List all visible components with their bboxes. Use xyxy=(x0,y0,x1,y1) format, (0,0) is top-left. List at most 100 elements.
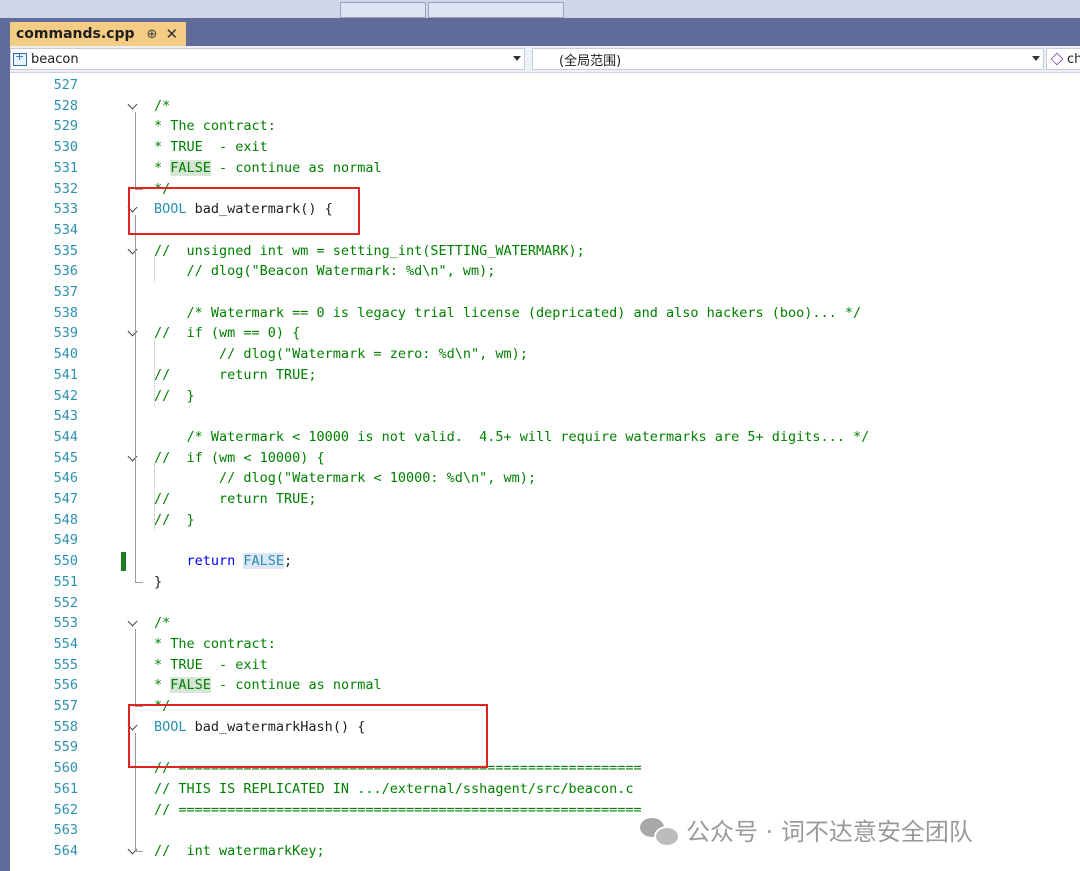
code-line[interactable]: 561 // THIS IS REPLICATED IN .../external… xyxy=(10,779,1080,800)
line-number: 531 xyxy=(53,159,78,176)
watermark-text: 公众号 · 词不达意安全团队 xyxy=(686,818,973,846)
code-line[interactable]: 540 // dlog("Watermark = zero: %d\n", wm… xyxy=(10,344,1080,365)
project-dropdown[interactable]: beacon xyxy=(10,48,525,70)
code-line[interactable]: 546 // dlog("Watermark < 10000: %d\n", w… xyxy=(10,468,1080,489)
line-number: 533 xyxy=(53,201,78,218)
project-dropdown-value: beacon xyxy=(31,51,79,67)
line-number: 544 xyxy=(53,428,78,445)
code-token: /* Watermark == 0 is legacy trial licens… xyxy=(154,304,862,321)
line-number: 555 xyxy=(53,656,78,673)
code-line[interactable]: 551} xyxy=(10,572,1080,593)
code-line[interactable]: 555 * TRUE - exit xyxy=(10,655,1080,676)
member-dropdown[interactable]: che xyxy=(1046,48,1080,70)
code-token: // return TRUE; xyxy=(154,491,317,507)
code-line[interactable]: 550 return FALSE; xyxy=(10,551,1080,572)
fold-chevron-icon[interactable] xyxy=(127,99,138,110)
outline-guide xyxy=(135,629,136,706)
code-line[interactable]: 554 * The contract: xyxy=(10,634,1080,655)
code-line[interactable]: 528 /* xyxy=(10,96,1080,117)
code-token: /* xyxy=(154,615,171,632)
code-token: * TRUE - exit xyxy=(154,139,268,156)
line-number: 563 xyxy=(53,822,78,839)
code-token: * TRUE - exit xyxy=(154,656,268,673)
code-editor[interactable]: 527 528 /* 529 * The contract: 530 * TRUE - ex… xyxy=(10,73,1080,871)
code-token: /* Watermark < 10000 is not valid. 4.5+ … xyxy=(154,428,870,445)
line-number: 535 xyxy=(53,242,78,259)
code-line[interactable]: 552 xyxy=(10,593,1080,614)
code-line[interactable]: 535 // unsigned int wm = setting_int(SETT… xyxy=(10,241,1080,262)
line-number: 539 xyxy=(53,325,78,342)
code-line[interactable]: 544 /* Watermark < 10000 is not valid. 4… xyxy=(10,427,1080,448)
code-text: /* Watermark == 0 is legacy trial licens… xyxy=(154,303,862,324)
code-line[interactable]: 539 // if (wm == 0) { xyxy=(10,323,1080,344)
code-line[interactable]: 548 // } xyxy=(10,510,1080,531)
code-token: - continue as normal xyxy=(210,677,382,694)
outline-guide-end xyxy=(135,850,143,852)
code-text: /* Watermark < 10000 is not valid. 4.5+ … xyxy=(154,427,870,448)
code-text: * TRUE - exit xyxy=(154,655,268,676)
document-tab-bar: commands.cpp ⊕ ✕ xyxy=(0,18,1080,46)
code-token: // THIS IS REPLICATED IN .../external/ss… xyxy=(154,780,634,797)
code-token: // int watermarkKey; xyxy=(154,842,325,859)
line-number: 529 xyxy=(53,118,78,135)
code-line[interactable]: 549 xyxy=(10,530,1080,551)
member-dropdown-value: che xyxy=(1067,51,1080,67)
code-line[interactable]: 537 xyxy=(10,282,1080,303)
line-number: 538 xyxy=(53,304,78,321)
code-token: } xyxy=(154,573,163,590)
code-token: // dlog("Watermark = zero: %d\n", wm); xyxy=(154,346,528,363)
line-number: 542 xyxy=(53,387,78,404)
window-top-strip xyxy=(0,0,1080,19)
code-line[interactable]: 545 // if (wm < 10000) { xyxy=(10,448,1080,469)
code-text: * The contract: xyxy=(154,634,276,655)
code-text: * FALSE - continue as normal xyxy=(154,158,382,179)
toolbar-field[interactable] xyxy=(428,2,564,18)
code-text: // THIS IS REPLICATED IN .../external/ss… xyxy=(154,779,634,800)
code-token: FALSE xyxy=(170,159,211,176)
code-line[interactable]: 542 // } xyxy=(10,386,1080,407)
code-line[interactable]: 536 // dlog("Beacon Watermark: %d\n", wm… xyxy=(10,261,1080,282)
change-marker xyxy=(121,552,126,571)
line-number: 557 xyxy=(53,698,78,714)
code-token: // } xyxy=(154,511,195,528)
indent-guide xyxy=(154,463,155,531)
fold-chevron-icon[interactable] xyxy=(127,616,138,627)
wechat-icon xyxy=(640,816,680,847)
code-token: * The contract: xyxy=(154,635,276,652)
line-number: 556 xyxy=(53,677,78,694)
line-number: 559 xyxy=(53,739,78,756)
line-number: 564 xyxy=(53,842,78,859)
chevron-down-icon[interactable] xyxy=(513,56,521,61)
code-text: // =====================================… xyxy=(154,800,642,821)
code-text: } xyxy=(154,572,162,593)
highlight-box-bad-watermark xyxy=(128,186,360,235)
code-token: * The contract: xyxy=(154,118,276,135)
code-line[interactable]: 529 * The contract: xyxy=(10,116,1080,137)
code-text: // dlog("Watermark = zero: %d\n", wm); xyxy=(154,344,528,365)
code-line[interactable]: 541 // return TRUE; xyxy=(10,365,1080,386)
code-line[interactable]: 547 // return TRUE; xyxy=(10,489,1080,510)
code-line[interactable]: 530 * TRUE - exit xyxy=(10,137,1080,158)
code-line[interactable]: 553 /* xyxy=(10,613,1080,634)
code-text: // } xyxy=(154,386,195,407)
tab-commands-cpp[interactable]: commands.cpp ⊕ ✕ xyxy=(10,22,187,46)
code-line[interactable]: 543 xyxy=(10,406,1080,427)
code-line[interactable]: 538 /* Watermark == 0 is legacy trial li… xyxy=(10,303,1080,324)
project-icon xyxy=(13,50,27,66)
pin-icon[interactable]: ⊕ xyxy=(147,27,158,42)
code-token: * xyxy=(154,159,171,176)
chevron-down-icon[interactable] xyxy=(1032,56,1040,61)
outline-guide xyxy=(135,111,136,189)
code-token: * xyxy=(154,677,171,694)
toolbar-field[interactable] xyxy=(340,2,426,18)
scope-dropdown[interactable]: (全局范围) xyxy=(532,48,1044,70)
code-token: // return TRUE; xyxy=(154,366,317,383)
code-line[interactable]: 531 * FALSE - continue as normal xyxy=(10,158,1080,179)
code-line[interactable]: 556 * FALSE - continue as normal xyxy=(10,675,1080,696)
line-number: 546 xyxy=(53,470,78,487)
close-icon[interactable]: ✕ xyxy=(165,25,178,43)
code-line[interactable]: 527 xyxy=(10,75,1080,96)
left-margin-bar xyxy=(0,46,10,871)
line-number: 536 xyxy=(53,263,78,280)
outline-guide-end xyxy=(135,581,143,583)
